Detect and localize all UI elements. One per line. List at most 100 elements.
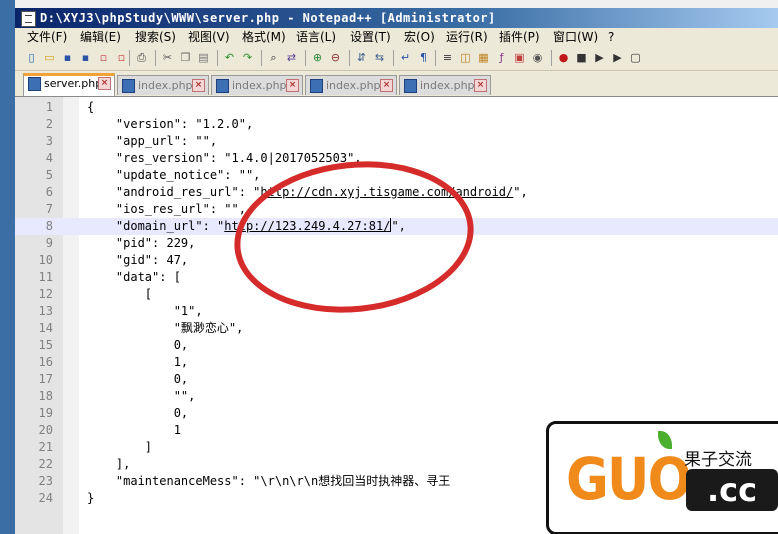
code-prefix: "android_res_url": ": [87, 185, 261, 199]
function-list-icon[interactable]: ƒ: [493, 49, 510, 66]
line-number: 5: [45, 168, 53, 182]
code-text: [: [87, 287, 153, 301]
file-icon: [404, 79, 417, 93]
stop-icon[interactable]: ■: [573, 49, 590, 66]
menu-item[interactable]: 视图(V): [188, 28, 230, 46]
code-text: 1,: [87, 355, 189, 369]
play-multi-icon[interactable]: ▶: [609, 49, 626, 66]
tab[interactable]: index.php ×: [399, 75, 491, 95]
tab[interactable]: index.php ×: [117, 75, 209, 95]
code-text: "gid": 47,: [87, 253, 189, 267]
line-number: 9: [45, 236, 53, 250]
tab-label: index.php: [326, 79, 381, 92]
udl-icon[interactable]: ◫: [457, 49, 474, 66]
toolbar-separator: [305, 50, 306, 66]
play-icon[interactable]: ▶: [591, 49, 608, 66]
code-line[interactable]: 18 "",: [15, 388, 778, 405]
line-number: 24: [38, 491, 53, 505]
code-text: 0,: [87, 372, 189, 386]
close-icon[interactable]: ×: [286, 79, 299, 92]
guo-cc-watermark: GUO 果子交流 .cc: [546, 421, 778, 534]
replace-icon[interactable]: ⇄: [283, 49, 300, 66]
menu-item[interactable]: 文件(F): [27, 28, 67, 46]
code-line[interactable]: 16 1,: [15, 354, 778, 371]
menu-item[interactable]: 插件(P): [499, 28, 540, 46]
line-number: 21: [38, 440, 53, 454]
toolbar-separator: [155, 50, 156, 66]
line-number: 17: [38, 372, 53, 386]
code-line[interactable]: 17 0,: [15, 371, 778, 388]
indent-guide-icon[interactable]: ≡: [439, 49, 456, 66]
code-text: "res_version": "1.4.0|2017052503",: [87, 151, 362, 165]
code-line[interactable]: 14 "飘渺恋心",: [15, 320, 778, 337]
redo-icon[interactable]: ↷: [239, 49, 256, 66]
code-line[interactable]: 2 "version": "1.2.0",: [15, 116, 778, 133]
tab[interactable]: index.php ×: [211, 75, 303, 95]
doc-map-icon[interactable]: ▦: [475, 49, 492, 66]
code-text: "data": [: [87, 270, 181, 284]
code-text: "update_notice": "",: [87, 168, 261, 182]
code-text: 0,: [87, 338, 189, 352]
line-number: 11: [38, 270, 53, 284]
paste-icon[interactable]: ▤: [195, 49, 212, 66]
close-icon[interactable]: ×: [192, 79, 205, 92]
code-line[interactable]: 15 0,: [15, 337, 778, 354]
code-text: "飘渺恋心",: [87, 321, 244, 335]
undo-icon[interactable]: ↶: [221, 49, 238, 66]
file-icon: [216, 79, 229, 93]
code-text: "ios_res_url": "",: [87, 202, 246, 216]
close-icon[interactable]: ×: [474, 79, 487, 92]
code-line[interactable]: 13 "1",: [15, 303, 778, 320]
line-number: 20: [38, 423, 53, 437]
menu-item[interactable]: 格式(M): [242, 28, 286, 46]
line-number: 16: [38, 355, 53, 369]
wrap-icon[interactable]: ↵: [397, 49, 414, 66]
save-icon[interactable]: ▪: [59, 49, 76, 66]
save-macro-icon[interactable]: ▢: [627, 49, 644, 66]
menu-item[interactable]: 语言(L): [296, 28, 336, 46]
notepad-app-icon[interactable]: [21, 11, 36, 27]
line-number: 13: [38, 304, 53, 318]
code-text: ],: [87, 457, 131, 471]
menu-item[interactable]: 设置(T): [350, 28, 391, 46]
monitor-icon[interactable]: ◉: [529, 49, 546, 66]
open-file-icon[interactable]: ▭: [41, 49, 58, 66]
window-title: D:\XYJ3\phpStudy\WWW\server.php - Notepa…: [40, 11, 496, 25]
zoom-out-icon[interactable]: ⊖: [327, 49, 344, 66]
show-all-icon[interactable]: ¶: [415, 49, 432, 66]
tab-label: index.php: [420, 79, 475, 92]
code-text: 0,: [87, 406, 189, 420]
menu-item[interactable]: 宏(O): [404, 28, 435, 46]
code-line[interactable]: 19 0,: [15, 405, 778, 422]
menu-item[interactable]: 运行(R): [446, 28, 488, 46]
close-icon[interactable]: ▫: [95, 49, 112, 66]
folder-workspace-icon[interactable]: ▣: [511, 49, 528, 66]
line-number: 1: [45, 100, 53, 114]
menu-item[interactable]: 搜索(S): [135, 28, 176, 46]
code-text: "version": "1.2.0",: [87, 117, 254, 131]
record-icon[interactable]: ●: [555, 49, 572, 66]
code-prefix: "domain_url": ": [87, 219, 225, 233]
sync-v-icon[interactable]: ⇵: [353, 49, 370, 66]
close-icon[interactable]: ×: [98, 77, 111, 90]
new-file-icon[interactable]: ▯: [23, 49, 40, 66]
zoom-in-icon[interactable]: ⊕: [309, 49, 326, 66]
tab-active[interactable]: server.php ×: [23, 73, 115, 96]
toolbar-separator: [261, 50, 262, 66]
code-text: "",: [87, 389, 196, 403]
find-icon[interactable]: ⌕: [265, 49, 282, 66]
menu-item[interactable]: 窗口(W): [553, 28, 598, 46]
code-line[interactable]: 3 "app_url": "",: [15, 133, 778, 150]
print-icon[interactable]: ⎙: [133, 49, 150, 66]
cut-icon[interactable]: ✂: [159, 49, 176, 66]
code-line[interactable]: 1{: [15, 99, 778, 116]
save-all-icon[interactable]: ▪: [77, 49, 94, 66]
menu-item[interactable]: 编辑(E): [80, 28, 121, 46]
tab[interactable]: index.php ×: [305, 75, 397, 95]
sync-h-icon[interactable]: ⇆: [371, 49, 388, 66]
close-icon[interactable]: ×: [380, 79, 393, 92]
title-bar[interactable]: D:\XYJ3\phpStudy\WWW\server.php - Notepa…: [15, 8, 778, 28]
close-all-icon[interactable]: ▫: [113, 49, 130, 66]
copy-icon[interactable]: ❐: [177, 49, 194, 66]
menu-item[interactable]: ?: [608, 28, 614, 46]
